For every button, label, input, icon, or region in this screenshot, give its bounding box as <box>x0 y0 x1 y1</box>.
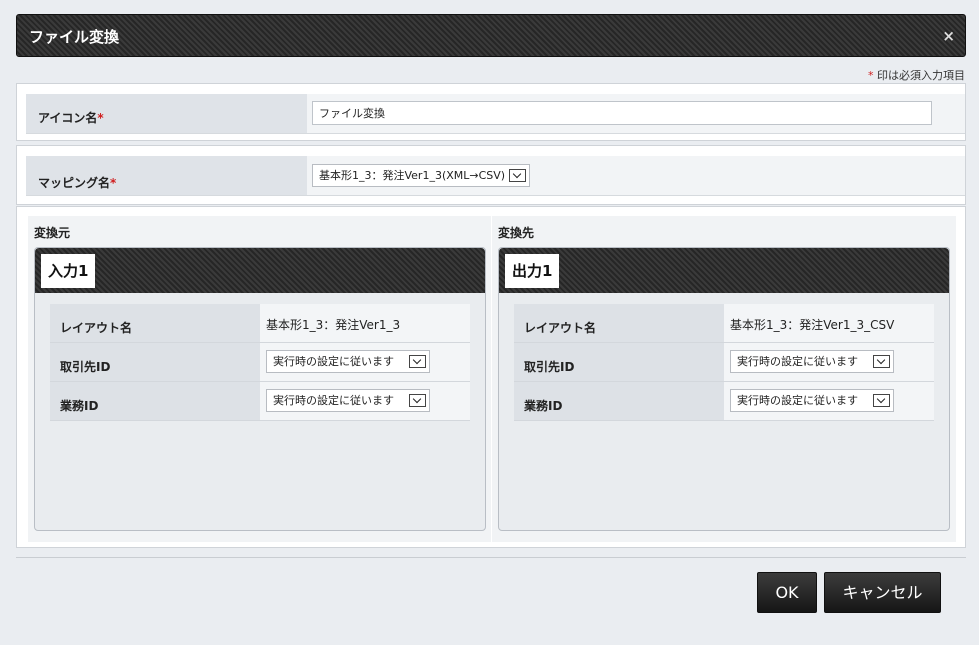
dialog-header: ファイル変換 × <box>16 14 966 57</box>
chevron-down-icon[interactable] <box>409 394 426 407</box>
select-value: 実行時の設定に従います <box>737 394 858 407</box>
layout-name-value: 基本形1_3：発注Ver1_3 <box>266 318 401 332</box>
layout-name-value: 基本形1_3：発注Ver1_3_CSV <box>730 318 895 332</box>
ok-button[interactable]: OK <box>757 572 817 613</box>
source-column: 変換元 入力1 レイアウト名 基本形1_3：発注Ver1_3 取引先ID 実行時… <box>28 216 491 542</box>
row-label: レイアウト名 <box>50 304 260 342</box>
table-row: レイアウト名 基本形1_3：発注Ver1_3 <box>50 304 470 343</box>
table-row: 業務ID 実行時の設定に従います <box>514 382 934 421</box>
target-column: 変換先 出力1 レイアウト名 基本形1_3：発注Ver1_3_CSV 取引先ID… <box>492 216 956 542</box>
business-id-select[interactable]: 実行時の設定に従います <box>266 389 430 412</box>
table-row: 取引先ID 実行時の設定に従います <box>514 343 934 382</box>
select-value: 実行時の設定に従います <box>273 394 394 407</box>
mapping-name-label-cell: マッピング名* <box>26 156 307 195</box>
output-tab[interactable]: 出力1 <box>505 254 560 288</box>
required-note-text: 印は必須入力項目 <box>877 69 965 82</box>
icon-name-label-cell: アイコン名* <box>26 94 307 133</box>
input-box: 入力1 レイアウト名 基本形1_3：発注Ver1_3 取引先ID 実行時の設定に… <box>34 247 486 531</box>
input-header: 入力1 <box>35 248 485 293</box>
close-icon[interactable]: × <box>942 27 955 45</box>
icon-name-row: アイコン名* <box>26 94 965 134</box>
partner-id-select[interactable]: 実行時の設定に従います <box>266 350 430 373</box>
required-note: * 印は必須入力項目 <box>868 67 965 83</box>
output-box: 出力1 レイアウト名 基本形1_3：発注Ver1_3_CSV 取引先ID 実行時… <box>498 247 950 531</box>
row-label: 取引先ID <box>50 343 260 381</box>
row-label: レイアウト名 <box>514 304 724 342</box>
table-row: 業務ID 実行時の設定に従います <box>50 382 470 421</box>
dialog-title: ファイル変換 <box>29 28 120 46</box>
table-row: 取引先ID 実行時の設定に従います <box>50 343 470 382</box>
chevron-down-icon[interactable] <box>409 355 426 368</box>
required-mark: * <box>868 69 874 82</box>
mapping-name-row: マッピング名* 基本形1_3：発注Ver1_3(XML→CSV) <box>26 156 965 196</box>
business-id-select[interactable]: 実行時の設定に従います <box>730 389 894 412</box>
chevron-down-icon[interactable] <box>509 169 526 182</box>
input-tab[interactable]: 入力1 <box>41 254 96 288</box>
required-mark: * <box>97 111 104 125</box>
row-label: 業務ID <box>50 382 260 420</box>
mapping-name-select[interactable]: 基本形1_3：発注Ver1_3(XML→CSV) <box>312 164 530 187</box>
icon-name-label: アイコン名 <box>38 111 98 125</box>
select-value: 実行時の設定に従います <box>273 355 394 368</box>
required-mark: * <box>110 176 117 190</box>
source-title: 変換元 <box>34 226 71 240</box>
icon-name-panel: アイコン名* <box>16 83 966 141</box>
mapping-name-panel: マッピング名* 基本形1_3：発注Ver1_3(XML→CSV) <box>16 145 966 205</box>
output-header: 出力1 <box>499 248 949 293</box>
icon-name-input[interactable] <box>312 101 932 125</box>
mapping-panel: 変換元 入力1 レイアウト名 基本形1_3：発注Ver1_3 取引先ID 実行時… <box>16 206 966 548</box>
row-label: 業務ID <box>514 382 724 420</box>
mapping-name-label: マッピング名 <box>38 176 111 190</box>
target-title: 変換先 <box>498 226 535 240</box>
select-value: 実行時の設定に従います <box>737 355 858 368</box>
table-row: レイアウト名 基本形1_3：発注Ver1_3_CSV <box>514 304 934 343</box>
cancel-button[interactable]: キャンセル <box>824 572 941 613</box>
mapping-name-value: 基本形1_3：発注Ver1_3(XML→CSV) <box>319 169 506 182</box>
chevron-down-icon[interactable] <box>873 355 890 368</box>
row-label: 取引先ID <box>514 343 724 381</box>
partner-id-select[interactable]: 実行時の設定に従います <box>730 350 894 373</box>
chevron-down-icon[interactable] <box>873 394 890 407</box>
footer-divider <box>16 557 966 558</box>
